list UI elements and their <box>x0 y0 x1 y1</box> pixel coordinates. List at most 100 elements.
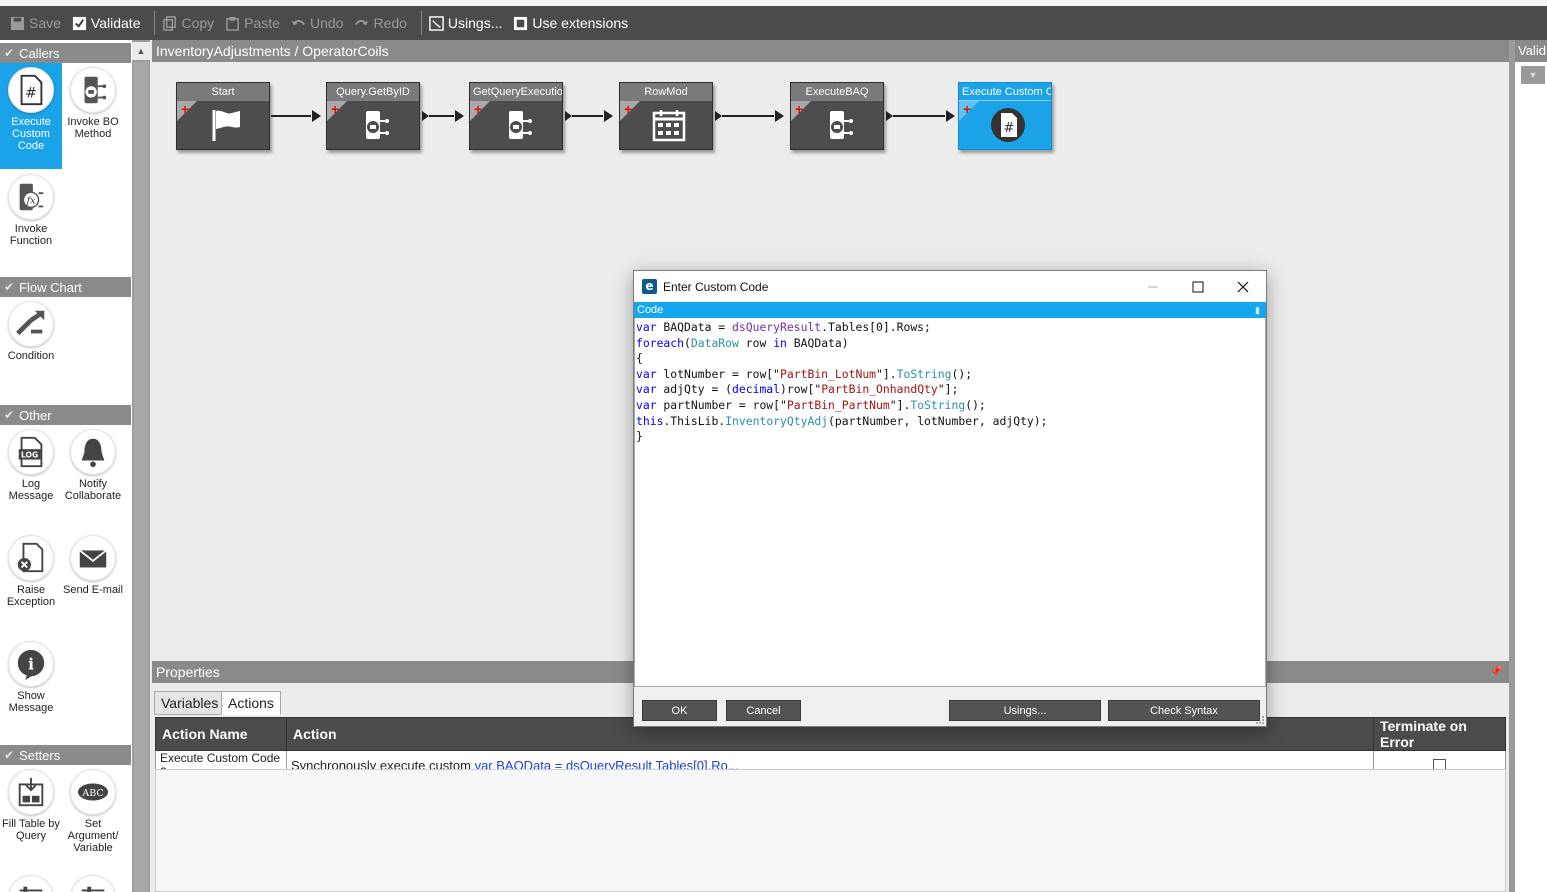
bell-icon <box>70 429 116 475</box>
tool-condition[interactable]: Condition <box>0 297 62 377</box>
node-getqueryexecution[interactable]: GetQueryExecution + <box>469 82 563 150</box>
palette-group-flow-chart-header[interactable]: ✔ Flow Chart <box>0 277 131 297</box>
bo-method-icon <box>70 67 116 113</box>
tool-invoke-function[interactable]: fx Invoke Function <box>0 170 62 270</box>
tab-variables[interactable]: Variables <box>154 691 226 715</box>
palette-group-callers-header[interactable]: ✔ Callers <box>0 43 131 63</box>
tool-label: Condition <box>7 350 55 362</box>
node-title: Execute Custom Code <box>959 83 1051 101</box>
tool-fill-table-by-query[interactable]: Fill Table by Query <box>0 765 62 869</box>
add-icon[interactable]: + <box>474 102 482 116</box>
connector-arrow-tail <box>422 111 429 121</box>
check-syntax-button[interactable]: Check Syntax <box>1108 700 1260 721</box>
tool-partial[interactable] <box>0 871 62 892</box>
add-icon[interactable]: + <box>331 102 339 116</box>
tool-label: Raise Exception <box>6 584 56 608</box>
collapse-check-icon: ✔ <box>4 46 15 60</box>
column-header-terminate-on-error[interactable]: Terminate on Error <box>1373 717 1506 751</box>
dialog-button-bar: OK Cancel Usings... Check Syntax <box>634 692 1266 726</box>
collapse-check-icon: ✔ <box>4 408 15 422</box>
paste-button[interactable]: Paste <box>223 6 289 40</box>
pin-icon[interactable]: 📌 <box>1489 661 1503 683</box>
column-header-action-name[interactable]: Action Name <box>155 717 287 751</box>
palette-group-setters-header[interactable]: ✔ Setters <box>0 745 131 765</box>
tool-notify-collaborate[interactable]: Notify Collaborate <box>62 425 124 529</box>
validate-button[interactable]: Validate <box>70 6 150 40</box>
bo-method-icon <box>509 111 532 139</box>
code-section-header: Code ▮ <box>634 302 1266 318</box>
validate-label: Validate <box>90 15 141 31</box>
connector <box>429 115 454 117</box>
maximize-icon <box>1192 281 1204 292</box>
node-title: ExecuteBAQ <box>791 83 883 101</box>
undo-icon <box>291 19 305 25</box>
app-logo-icon: e <box>642 279 657 294</box>
scroll-up-icon[interactable]: ▲ <box>132 42 150 60</box>
tool-label: Invoke Function <box>9 223 53 247</box>
minimize-icon <box>1148 286 1158 287</box>
connector-arrow <box>312 110 321 122</box>
redo-button[interactable]: Redo <box>352 6 415 40</box>
close-button[interactable] <box>1220 271 1266 302</box>
add-icon[interactable]: + <box>181 102 189 116</box>
dropdown-arrow-icon[interactable]: ▼ <box>1521 66 1545 84</box>
code-line: var lotNumber = row["PartBin_LotNum"].To… <box>636 366 973 381</box>
scrollbar-thumb[interactable] <box>134 62 148 892</box>
add-icon[interactable]: + <box>963 102 971 116</box>
sliders-icon <box>70 875 116 892</box>
info-icon: i <box>8 641 54 687</box>
pin-icon[interactable]: ▮ <box>1255 302 1260 318</box>
node-query-getbyid[interactable]: Query.GetByID + <box>326 82 420 150</box>
tool-label: Log Message <box>8 478 54 502</box>
svg-text:ABC: ABC <box>81 788 103 799</box>
dialog-titlebar[interactable]: e Enter Custom Code <box>634 271 1266 302</box>
tool-invoke-bo-method[interactable]: Invoke BO Method <box>62 63 124 163</box>
properties-title: Properties <box>156 664 220 680</box>
connector-arrow <box>455 110 464 122</box>
maximize-button[interactable] <box>1175 271 1221 302</box>
resize-grip-icon[interactable] <box>1256 716 1264 724</box>
node-executebaq[interactable]: ExecuteBAQ + <box>790 82 884 150</box>
code-section-title: Code <box>637 304 664 316</box>
tool-show-message[interactable]: i Show Message <box>0 637 62 741</box>
undo-button[interactable]: Undo <box>289 6 352 40</box>
node-title: RowMod <box>620 83 712 101</box>
toolbar: Save Validate Copy Paste Undo Redo Using… <box>0 6 1547 40</box>
palette-scrollbar[interactable]: ▲ <box>132 40 150 892</box>
tool-set-argument-variable[interactable]: ABC Set Argument/ Variable <box>62 765 124 869</box>
cancel-button[interactable]: Cancel <box>726 700 801 721</box>
toolbar-separator <box>420 11 422 35</box>
node-execute-custom-code[interactable]: Execute Custom Code + # <box>958 82 1052 150</box>
use-extensions-toggle[interactable]: Use extensions <box>511 6 637 40</box>
add-icon[interactable]: + <box>624 102 632 116</box>
code-editor[interactable]: var BAQData = dsQueryResult.Tables[0].Ro… <box>634 318 1266 687</box>
validation-panel: Valid ▼ <box>1509 40 1547 892</box>
tool-send-email[interactable]: Send E-mail <box>62 531 124 635</box>
usings-button[interactable]: Usings... <box>427 6 511 40</box>
usings-button[interactable]: Usings... <box>949 700 1101 721</box>
ok-button[interactable]: OK <box>642 700 717 721</box>
palette-group-other-header[interactable]: ✔ Other <box>0 405 131 425</box>
copy-icon <box>163 15 177 31</box>
collapse-check-icon: ✔ <box>4 280 15 294</box>
connector <box>271 115 311 117</box>
tool-execute-custom-code[interactable]: # Execute Custom Code <box>0 63 62 169</box>
node-rowmod[interactable]: RowMod + <box>619 82 713 150</box>
envelope-icon <box>70 535 116 581</box>
save-button[interactable]: Save <box>8 6 70 40</box>
tool-log-message[interactable]: LOG Log Message <box>0 425 62 529</box>
tool-partial[interactable] <box>62 871 124 892</box>
tool-label: Fill Table by Query <box>2 818 60 842</box>
tab-actions[interactable]: Actions <box>221 691 281 715</box>
bo-method-icon <box>366 111 389 139</box>
code-line: var adjQty = (decimal)row["PartBin_Onhan… <box>636 382 959 397</box>
add-icon[interactable]: + <box>795 102 803 116</box>
node-title: GetQueryExecution <box>470 83 562 101</box>
code-file-icon: # <box>8 67 54 113</box>
tool-raise-exception[interactable]: Raise Exception <box>0 531 62 635</box>
node-start[interactable]: Start + <box>176 82 270 150</box>
copy-button[interactable]: Copy <box>160 6 223 40</box>
dialog-title: Enter Custom Code <box>663 279 769 294</box>
minimize-button[interactable] <box>1130 271 1176 302</box>
tool-label: Show Message <box>8 690 54 714</box>
